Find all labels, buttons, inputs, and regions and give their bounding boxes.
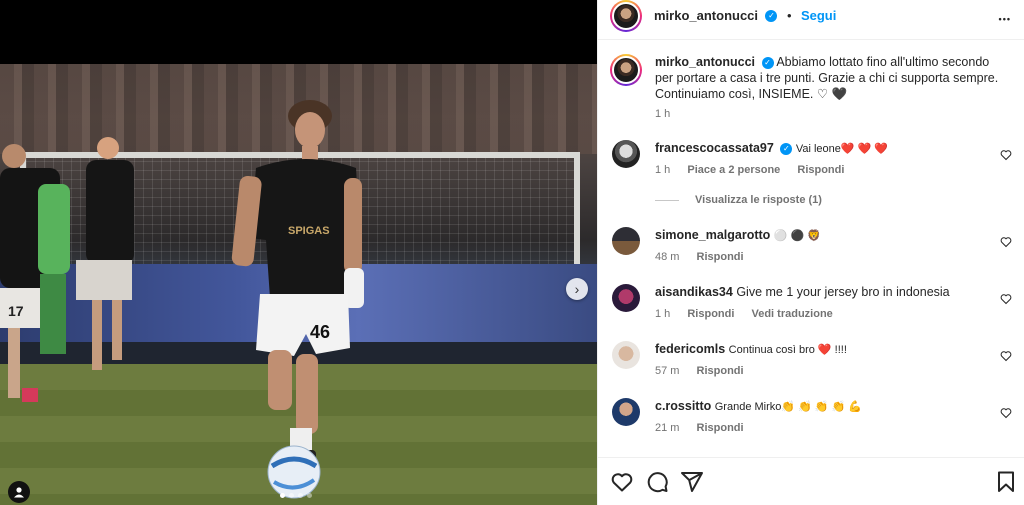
commenter-avatar[interactable] [612, 284, 640, 312]
reply-button[interactable]: Rispondi [797, 164, 844, 176]
comment-username[interactable]: c.rossitto [655, 399, 711, 413]
comment-meta: 57 m Rispondi [655, 365, 758, 377]
carousel-dot [280, 493, 285, 498]
comment-body: Give me 1 your jersey bro in indonesia [736, 285, 950, 299]
post-action-bar [598, 457, 1024, 505]
post-photo[interactable]: 17 46 SPIGAS [0, 64, 597, 505]
like-comment-heart-icon[interactable] [1000, 350, 1012, 362]
football [267, 445, 321, 499]
comment-meta: 21 m Rispondi [655, 422, 758, 434]
view-replies-button[interactable]: Visualizza le risposte (1) [655, 194, 822, 206]
comment-text: federicomls Continua così bro ❤️ !!!! [655, 341, 1005, 358]
save-bookmark-icon[interactable] [994, 470, 1018, 494]
comment-body: ⚪ ⚫ 🦁 [773, 230, 821, 242]
reply-button[interactable]: Rispondi [697, 365, 744, 377]
commenter-avatar[interactable] [612, 341, 640, 369]
comment-meta: 48 m Rispondi [655, 251, 758, 263]
carousel-dot [298, 493, 303, 498]
comment-username[interactable]: francescocassata97 [655, 141, 774, 155]
replies-line [655, 199, 679, 201]
like-heart-icon[interactable] [610, 470, 634, 494]
comment-icon[interactable] [645, 470, 669, 494]
comment-text: francescocassata97 ✓ Vai leone❤️ ❤️ ❤️ [655, 140, 1005, 157]
carousel-next-button[interactable]: › [566, 278, 588, 300]
author-avatar-small[interactable] [610, 54, 642, 86]
reply-button[interactable]: Rispondi [697, 422, 744, 434]
comment-username[interactable]: aisandikas34 [655, 285, 733, 299]
commenter-avatar[interactable] [612, 398, 640, 426]
comment-timestamp: 57 m [655, 365, 680, 377]
carousel-dot [307, 493, 312, 498]
carousel-indicator [280, 493, 312, 498]
author-avatar[interactable] [610, 0, 642, 32]
caption-timestamp: 1 h [655, 108, 671, 120]
more-options-icon[interactable]: ••• [999, 14, 1011, 24]
comment-timestamp: 21 m [655, 422, 680, 434]
comment-meta: 1 h Piace a 2 persone Rispondi [655, 164, 858, 176]
author-username[interactable]: mirko_antonucci [654, 8, 758, 23]
comment-text: c.rossitto Grande Mirko👏 👏 👏 👏 💪 [655, 398, 1005, 415]
caption-meta: 1 h [655, 108, 684, 120]
like-comment-heart-icon[interactable] [1000, 149, 1012, 161]
view-replies-label: Visualizza le risposte (1) [695, 194, 822, 206]
caption-text: mirko_antonucci ✓ Abbiamo lottato fino a… [655, 54, 1005, 102]
comment-body: Grande Mirko👏 👏 👏 👏 💪 [714, 401, 863, 413]
reply-button[interactable]: Rispondi [697, 251, 744, 263]
comment-timestamp: 48 m [655, 251, 680, 263]
comment-body: Vai leone❤️ ❤️ ❤️ [795, 143, 889, 155]
commenter-avatar[interactable] [612, 140, 640, 168]
comment-timestamp: 1 h [655, 164, 671, 176]
verified-badge-icon: ✓ [761, 56, 774, 69]
verified-badge-icon: ✓ [780, 142, 793, 155]
reply-button[interactable]: Rispondi [687, 308, 734, 320]
user-tag-icon [14, 487, 24, 498]
verified-badge-icon: ✓ [765, 9, 778, 22]
comment-body: Continua così bro ❤️ !!!! [728, 344, 847, 356]
like-comment-heart-icon[interactable] [1000, 293, 1012, 305]
like-comment-heart-icon[interactable] [1000, 236, 1012, 248]
background-goalkeeper [38, 184, 70, 354]
commenter-avatar[interactable] [612, 227, 640, 255]
header-separator: • [786, 8, 792, 23]
comment-text: aisandikas34 Give me 1 your jersey bro i… [655, 284, 1005, 300]
carousel-dot [289, 493, 294, 498]
post-header: mirko_antonucci ✓ • Segui ••• [598, 0, 1024, 40]
post-side-panel: mirko_antonucci ✓ • Segui ••• mirko_anto… [597, 0, 1024, 505]
comment-timestamp: 1 h [655, 308, 671, 320]
share-send-icon[interactable] [680, 470, 704, 494]
follow-button[interactable]: Segui [801, 8, 836, 23]
comment-likes-count[interactable]: Piace a 2 persone [687, 164, 780, 176]
like-comment-heart-icon[interactable] [1000, 407, 1012, 419]
jersey-sponsor: SPIGAS [288, 225, 330, 237]
comment-text: simone_malgarotto ⚪ ⚫ 🦁 [655, 227, 1005, 244]
see-translation-button[interactable]: Vedi traduzione [751, 308, 832, 320]
comment-meta: 1 h Rispondi Vedi traduzione [655, 308, 847, 320]
comment-username[interactable]: simone_malgarotto [655, 228, 770, 242]
post-media: 17 46 SPIGAS › [0, 0, 597, 505]
comments-list[interactable]: mirko_antonucci ✓ Abbiamo lottato fino a… [598, 41, 1024, 457]
caption-username[interactable]: mirko_antonucci [655, 55, 755, 69]
tagged-users-button[interactable] [8, 481, 30, 503]
comment-username[interactable]: federicomls [655, 342, 725, 356]
svg-text:17: 17 [8, 303, 24, 319]
background-player-mid [76, 137, 134, 370]
jersey-number: 46 [310, 322, 330, 342]
main-player: 46 SPIGAS [231, 100, 364, 460]
